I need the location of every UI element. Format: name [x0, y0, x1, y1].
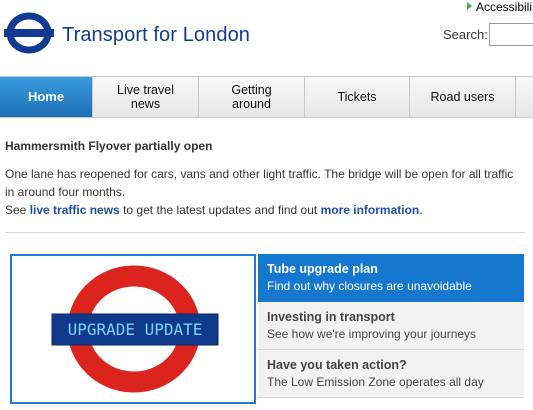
- news-text: One lane has reopened for cars, vans and…: [5, 167, 514, 199]
- promo-item-emission-zone[interactable]: Have you taken action? The Low Emission …: [258, 350, 524, 398]
- upgrade-roundel-image: UPGRADE UPDATE: [51, 265, 219, 393]
- promo-list: Tube upgrade plan Find out why closures …: [258, 254, 524, 404]
- brand-title[interactable]: Transport for London: [62, 24, 250, 47]
- promo-banner[interactable]: UPGRADE UPDATE: [10, 254, 256, 404]
- search-label: Search:: [443, 27, 488, 42]
- nav-tickets[interactable]: Tickets: [305, 77, 410, 117]
- tfl-roundel-logo[interactable]: [4, 12, 54, 54]
- banner-text: UPGRADE UPDATE: [68, 320, 203, 339]
- promo-item-investing[interactable]: Investing in transport See how we're imp…: [258, 302, 524, 350]
- more-information-link[interactable]: more information: [321, 203, 420, 217]
- nav-home[interactable]: Home: [0, 77, 93, 117]
- divider: [5, 232, 525, 233]
- main-nav: Home Live travel news Getting around Tic…: [0, 76, 533, 118]
- promo-item-tube-upgrade[interactable]: Tube upgrade plan Find out why closures …: [258, 254, 524, 302]
- news-body: One lane has reopened for cars, vans and…: [5, 167, 514, 217]
- nav-live-travel-news[interactable]: Live travel news: [93, 77, 199, 117]
- nav-getting-around[interactable]: Getting around: [199, 77, 305, 117]
- accessibility-link[interactable]: Accessibili: [467, 0, 532, 14]
- nav-road-users[interactable]: Road users: [410, 77, 516, 117]
- search-input[interactable]: [489, 23, 533, 46]
- arrow-right-icon: [467, 2, 472, 10]
- live-traffic-news-link[interactable]: live traffic news: [30, 203, 120, 217]
- news-headline: Hammersmith Flyover partially open: [5, 139, 213, 153]
- header: Transport for London Accessibili Search:: [0, 0, 533, 76]
- nav-overflow: [516, 77, 533, 117]
